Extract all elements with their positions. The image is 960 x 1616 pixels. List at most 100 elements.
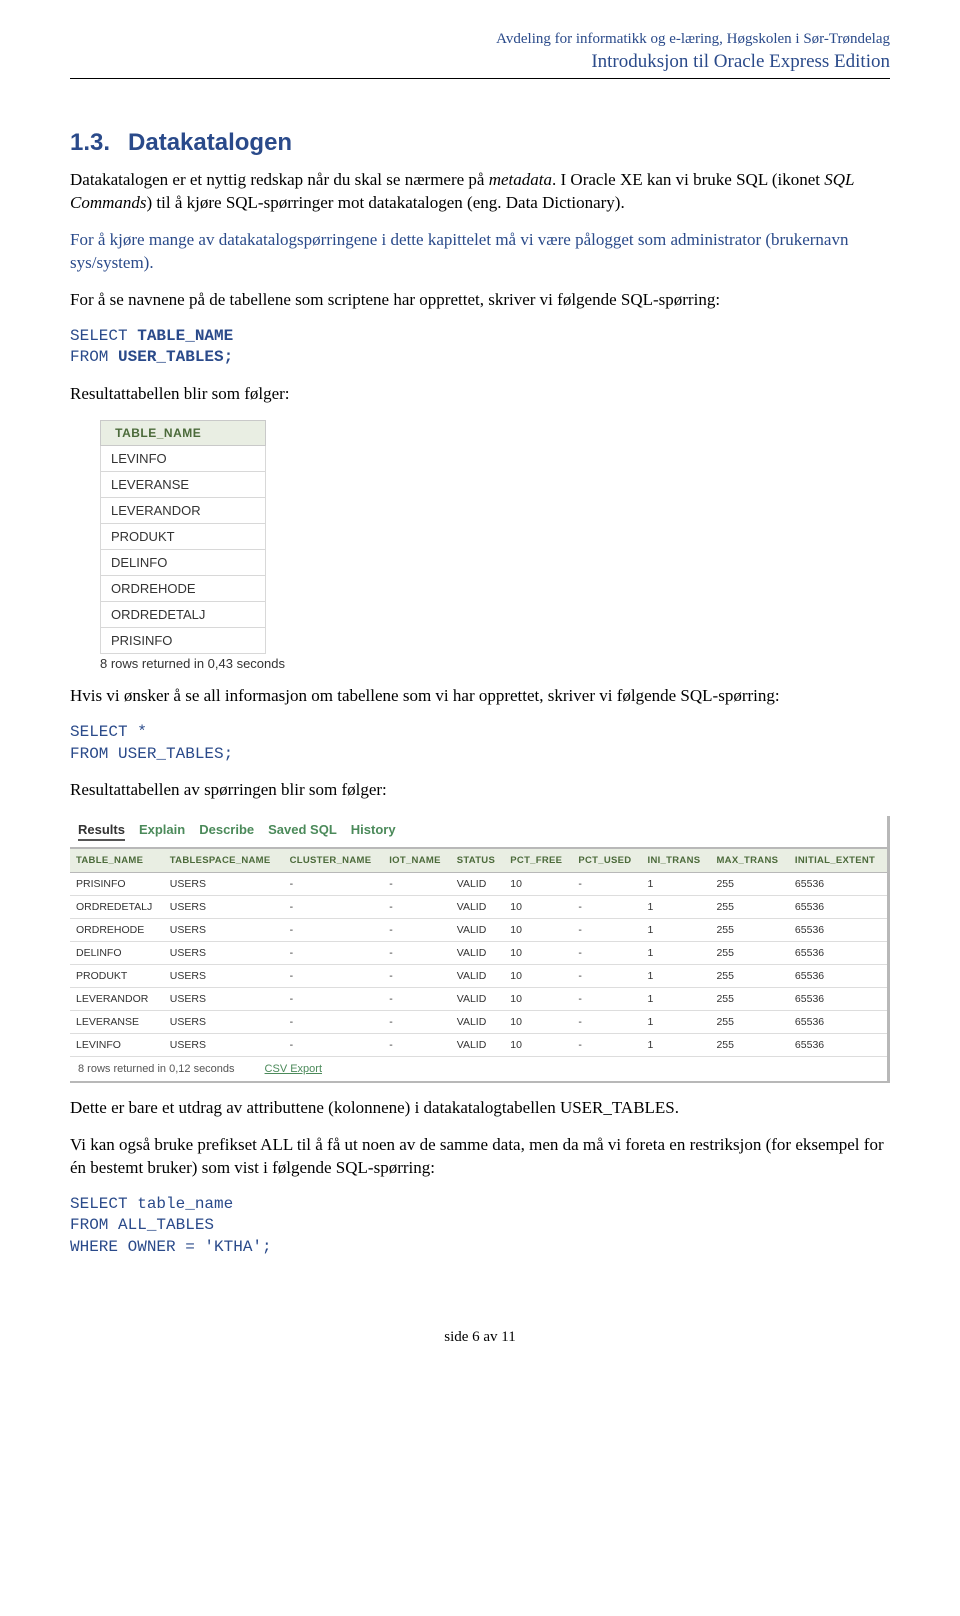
table-cell: 255 — [710, 919, 788, 942]
column-header: CLUSTER_NAME — [284, 849, 384, 873]
table-cell: - — [284, 988, 384, 1011]
table-cell: USERS — [164, 919, 284, 942]
table-row: LEVERANDORUSERS--VALID10-125565536 — [70, 988, 887, 1011]
table-cell: VALID — [451, 965, 505, 988]
page-number: side 6 av 11 — [70, 1329, 890, 1346]
table-cell: - — [572, 942, 641, 965]
column-header: INI_TRANS — [642, 849, 711, 873]
table-cell: 65536 — [789, 988, 887, 1011]
table-cell: USERS — [164, 896, 284, 919]
table-cell: 10 — [504, 942, 572, 965]
table-cell: LEVERANDOR — [70, 988, 164, 1011]
table-cell: - — [572, 873, 641, 896]
table-cell: - — [572, 896, 641, 919]
table-cell: 65536 — [789, 873, 887, 896]
paragraph-all-prefix: Vi kan også bruke prefikset ALL til å få… — [70, 1134, 890, 1180]
header-title: Introduksjon til Oracle Express Edition — [70, 50, 890, 75]
column-header: PCT_FREE — [504, 849, 572, 873]
table-cell: PRISINFO — [101, 628, 266, 654]
column-header: TABLESPACE_NAME — [164, 849, 284, 873]
paragraph-result2-intro: Resultattabellen av spørringen blir som … — [70, 779, 890, 802]
table-cell: LEVERANDOR — [101, 498, 266, 524]
table-cell: LEVERANSE — [70, 1011, 164, 1034]
table-cell: - — [383, 1011, 450, 1034]
table-cell: VALID — [451, 919, 505, 942]
table-cell: 65536 — [789, 1034, 887, 1057]
table-cell: 65536 — [789, 896, 887, 919]
table-cell: - — [572, 965, 641, 988]
tab-saved-sql[interactable]: Saved SQL — [268, 822, 337, 841]
table-cell: DELINFO — [70, 942, 164, 965]
table-cell: ORDREDETALJ — [101, 602, 266, 628]
table-cell: 1 — [642, 1034, 711, 1057]
wide-rows-info: 8 rows returned in 0,12 seconds — [78, 1063, 235, 1075]
table-cell: 65536 — [789, 1011, 887, 1034]
table-cell: 10 — [504, 919, 572, 942]
table-cell: 10 — [504, 1034, 572, 1057]
section-number: 1.3. — [70, 129, 110, 156]
table-cell: - — [383, 873, 450, 896]
table-cell: DELINFO — [101, 550, 266, 576]
tab-results[interactable]: Results — [78, 822, 125, 841]
table-cell: 10 — [504, 988, 572, 1011]
table-cell: 255 — [710, 988, 788, 1011]
table-cell: 10 — [504, 1011, 572, 1034]
table-cell: - — [284, 965, 384, 988]
result-screenshot-2: Results Explain Describe Saved SQL History T… — [70, 816, 890, 1083]
table-cell: VALID — [451, 942, 505, 965]
paragraph-admin-note: For å kjøre mange av datakatalogspørring… — [70, 229, 890, 275]
table-cell: - — [383, 965, 450, 988]
table-cell: ORDREHODE — [70, 919, 164, 942]
result-table-1-header: TABLE_NAME — [101, 421, 266, 446]
table-cell: 1 — [642, 896, 711, 919]
table-cell: - — [383, 942, 450, 965]
table-cell: - — [383, 919, 450, 942]
table-cell: USERS — [164, 942, 284, 965]
table-row: LEVINFOUSERS--VALID10-125565536 — [70, 1034, 887, 1057]
table-cell: USERS — [164, 965, 284, 988]
table-cell: 255 — [710, 896, 788, 919]
table-cell: 65536 — [789, 965, 887, 988]
table-cell: - — [383, 988, 450, 1011]
result-tabs: Results Explain Describe Saved SQL History — [70, 816, 887, 849]
table-cell: - — [572, 988, 641, 1011]
csv-export-link[interactable]: CSV Export — [265, 1063, 322, 1075]
table-cell: 10 — [504, 896, 572, 919]
table-cell: 65536 — [789, 942, 887, 965]
table-cell: 1 — [642, 965, 711, 988]
table-cell: - — [284, 1011, 384, 1034]
table-cell: PRISINFO — [70, 873, 164, 896]
column-header: INITIAL_EXTENT — [789, 849, 887, 873]
column-header: STATUS — [451, 849, 505, 873]
column-header: TABLE_NAME — [70, 849, 164, 873]
table-cell: PRODUKT — [70, 965, 164, 988]
tab-explain[interactable]: Explain — [139, 822, 185, 841]
table-cell: LEVINFO — [70, 1034, 164, 1057]
table-cell: 1 — [642, 1011, 711, 1034]
sql-code-3: SELECT table_name FROM ALL_TABLES WHERE … — [70, 1194, 890, 1259]
table-cell: VALID — [451, 896, 505, 919]
table-cell: - — [572, 1034, 641, 1057]
table-row: DELINFOUSERS--VALID10-125565536 — [70, 942, 887, 965]
table-cell: 1 — [642, 942, 711, 965]
table-cell: 255 — [710, 1034, 788, 1057]
table-cell: VALID — [451, 1034, 505, 1057]
section-title-text: Datakatalogen — [128, 129, 292, 156]
tab-history[interactable]: History — [351, 822, 396, 841]
result-table-1-footer: 8 rows returned in 0,43 seconds — [100, 656, 890, 671]
table-cell: 10 — [504, 965, 572, 988]
table-cell: USERS — [164, 1034, 284, 1057]
table-cell: 255 — [710, 965, 788, 988]
paragraph-excerpt-note: Dette er bare et utdrag av attributtene … — [70, 1097, 890, 1120]
paragraph-result-intro: Resultattabellen blir som følger: — [70, 383, 890, 406]
tab-describe[interactable]: Describe — [199, 822, 254, 841]
table-cell: USERS — [164, 1011, 284, 1034]
table-cell: - — [572, 919, 641, 942]
table-cell: - — [284, 942, 384, 965]
table-cell: 1 — [642, 873, 711, 896]
column-header: IOT_NAME — [383, 849, 450, 873]
page-header: Avdeling for informatikk og e-læring, Hø… — [70, 30, 890, 79]
table-cell: - — [284, 1034, 384, 1057]
paragraph-all-info: Hvis vi ønsker å se all informasjon om t… — [70, 685, 890, 708]
table-row: PRODUKTUSERS--VALID10-125565536 — [70, 965, 887, 988]
